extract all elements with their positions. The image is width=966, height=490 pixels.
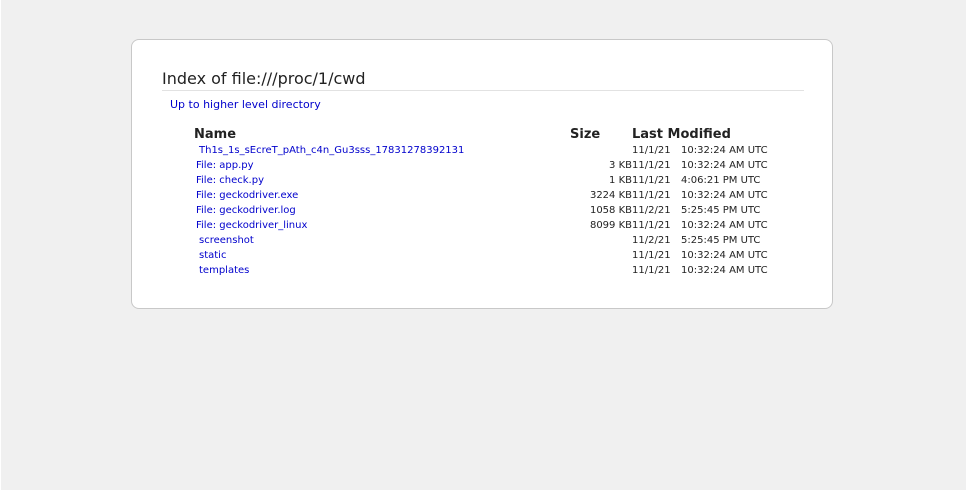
entry-time: 10:32:24 AM UTC xyxy=(681,190,768,201)
table-row: Th1s_1s_sEcreT_pAth_c4n_Gu3sss_178312783… xyxy=(194,143,772,158)
entry-size xyxy=(570,143,632,158)
page-edge xyxy=(0,0,1,490)
entry-date: 11/1/21 xyxy=(632,160,671,171)
column-header-name[interactable]: Name xyxy=(194,125,570,143)
entry-time: 10:32:24 AM UTC xyxy=(681,145,768,156)
entry-modified: 11/1/21 10:32:24 AM UTC xyxy=(632,263,772,278)
entry-date: 11/2/21 xyxy=(632,205,671,216)
entry-size: 1 KB xyxy=(609,175,632,186)
table-row: File: geckodriver_linux 8099 KB 11/1/21 1… xyxy=(194,218,772,233)
entry-name-cell: Th1s_1s_sEcreT_pAth_c4n_Gu3sss_178312783… xyxy=(194,143,570,158)
entry-modified: 11/1/21 10:32:24 AM UTC xyxy=(632,158,772,173)
file-link[interactable]: File: geckodriver.log xyxy=(194,205,296,216)
entry-modified: 11/2/21 5:25:45 PM UTC xyxy=(632,233,772,248)
table-row: File: check.py 1 KB 11/1/21 4:06:21 PM UT… xyxy=(194,173,772,188)
entry-size xyxy=(570,248,632,263)
column-header-modified[interactable]: Last Modified xyxy=(632,125,772,143)
entry-date: 11/2/21 xyxy=(632,235,671,246)
entry-time: 5:25:45 PM UTC xyxy=(681,205,761,216)
directory-link[interactable]: Th1s_1s_sEcreT_pAth_c4n_Gu3sss_178312783… xyxy=(194,145,464,156)
entry-name-cell: static xyxy=(194,248,570,263)
file-table: Name Size Last Modified Th1s_1s_sEcreT_p… xyxy=(194,125,772,278)
entry-date: 11/1/21 xyxy=(632,250,671,261)
page-title: Index of file:///proc/1/cwd xyxy=(162,69,804,91)
entry-date: 11/1/21 xyxy=(632,175,671,186)
entry-modified: 11/2/21 5:25:45 PM UTC xyxy=(632,203,772,218)
entry-name-cell: File: app.py xyxy=(194,158,570,173)
entry-time: 10:32:24 AM UTC xyxy=(681,160,768,171)
entry-size: 3224 KB xyxy=(589,190,632,201)
entry-time: 5:25:45 PM UTC xyxy=(681,235,761,246)
table-row: templates 11/1/21 10:32:24 AM UTC xyxy=(194,263,772,278)
file-link[interactable]: File: geckodriver_linux xyxy=(194,220,307,231)
entry-modified: 11/1/21 10:32:24 AM UTC xyxy=(632,143,772,158)
entry-size xyxy=(570,263,632,278)
entry-size: 1058 KB xyxy=(589,205,632,216)
entry-size xyxy=(570,233,632,248)
entry-modified: 11/1/21 10:32:24 AM UTC xyxy=(632,248,772,263)
directory-link[interactable]: templates xyxy=(194,265,249,276)
table-row: File: geckodriver.exe 3224 KB 11/1/21 10:… xyxy=(194,188,772,203)
entry-size: 3 KB xyxy=(609,160,632,171)
up-directory-link[interactable]: Up to higher level directory xyxy=(170,98,321,112)
entry-date: 11/1/21 xyxy=(632,145,671,156)
column-header-size[interactable]: Size xyxy=(570,125,632,143)
entry-name-cell: File: geckodriver_linux xyxy=(194,218,570,233)
entry-name-cell: File: geckodriver.log xyxy=(194,203,570,218)
entry-name-cell: templates xyxy=(194,263,570,278)
entry-date: 11/1/21 xyxy=(632,190,671,201)
entry-time: 10:32:24 AM UTC xyxy=(681,220,768,231)
entry-date: 11/1/21 xyxy=(632,220,671,231)
table-header-row: Name Size Last Modified xyxy=(194,125,772,143)
entry-name-cell: screenshot xyxy=(194,233,570,248)
entry-name-cell: File: check.py xyxy=(194,173,570,188)
entry-modified: 11/1/21 10:32:24 AM UTC xyxy=(632,188,772,203)
entry-time: 10:32:24 AM UTC xyxy=(681,265,768,276)
entry-modified: 11/1/21 10:32:24 AM UTC xyxy=(632,218,772,233)
directory-link[interactable]: screenshot xyxy=(194,235,254,246)
file-link[interactable]: File: app.py xyxy=(194,160,254,171)
directory-listing-panel: Index of file:///proc/1/cwd Up to higher… xyxy=(131,39,833,309)
entry-size: 8099 KB xyxy=(589,220,632,231)
entry-time: 10:32:24 AM UTC xyxy=(681,250,768,261)
entry-time: 4:06:21 PM UTC xyxy=(681,175,761,186)
table-row: File: geckodriver.log 1058 KB 11/2/21 5:2… xyxy=(194,203,772,218)
table-row: File: app.py 3 KB 11/1/21 10:32:24 AM UTC xyxy=(194,158,772,173)
file-link[interactable]: File: geckodriver.exe xyxy=(194,190,298,201)
entry-modified: 11/1/21 4:06:21 PM UTC xyxy=(632,173,772,188)
table-row: static 11/1/21 10:32:24 AM UTC xyxy=(194,248,772,263)
file-link[interactable]: File: check.py xyxy=(194,175,264,186)
directory-link[interactable]: static xyxy=(194,250,226,261)
entry-date: 11/1/21 xyxy=(632,265,671,276)
entry-name-cell: File: geckodriver.exe xyxy=(194,188,570,203)
table-row: screenshot 11/2/21 5:25:45 PM UTC xyxy=(194,233,772,248)
